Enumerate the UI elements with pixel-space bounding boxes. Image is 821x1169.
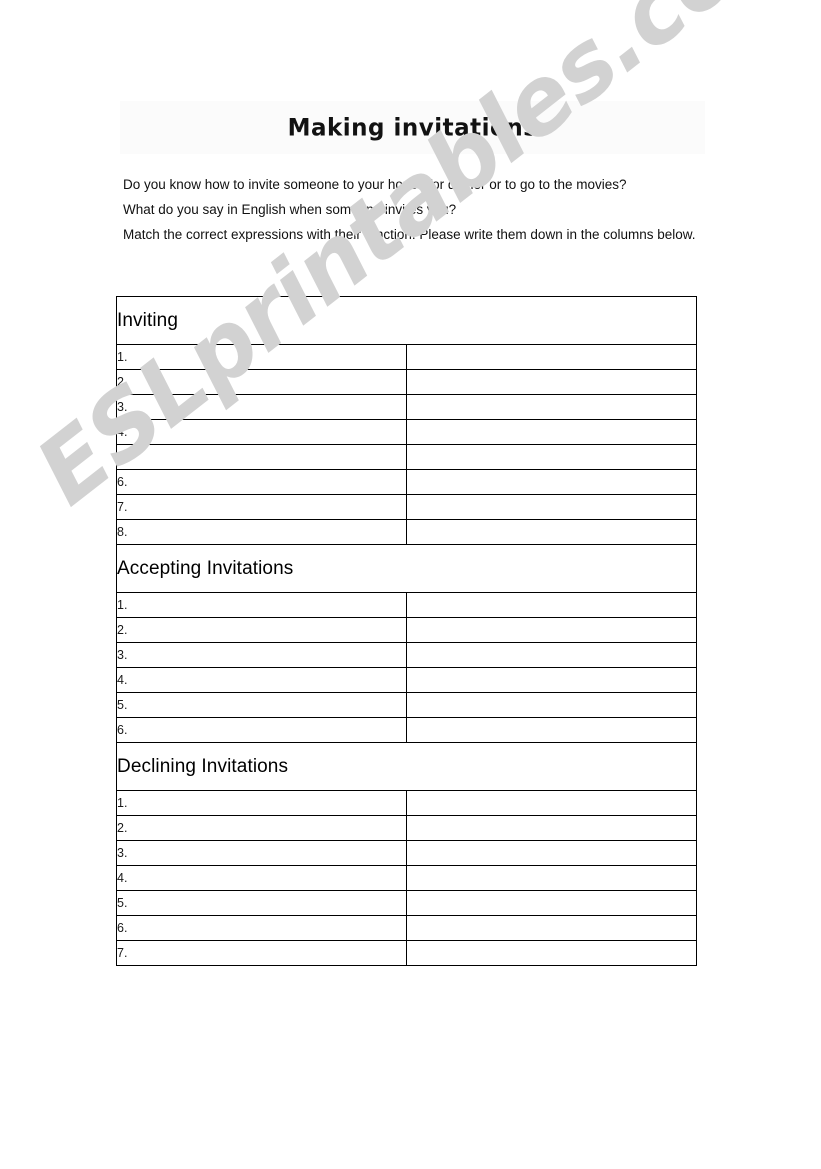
row-number: 4. [116, 865, 407, 891]
table-row: 2. [116, 815, 697, 841]
answer-blank-cell[interactable] [406, 519, 697, 545]
table-row: 1. [116, 592, 697, 618]
row-number: 8. [116, 519, 407, 545]
page-title: Making invitations [287, 113, 538, 142]
row-number: 7. [116, 494, 407, 520]
answer-blank-cell[interactable] [406, 344, 697, 370]
answer-blank-cell[interactable] [406, 667, 697, 693]
answer-blank-cell[interactable] [406, 369, 697, 395]
row-number: 5. [116, 890, 407, 916]
answer-blank-cell[interactable] [406, 815, 697, 841]
section-header-row: Accepting Invitations [116, 544, 697, 593]
section-header-label: Accepting Invitations [116, 544, 697, 593]
section-header-row: Declining Invitations [116, 742, 697, 791]
intro-line: What do you say in English when someone … [123, 202, 457, 217]
table-row: 1. [116, 790, 697, 816]
section-header-label: Declining Invitations [116, 742, 697, 791]
section-header-row: Inviting [116, 296, 697, 345]
worksheet-page: ESLprintables.com Making invitations Do … [0, 0, 821, 1169]
answer-blank-cell[interactable] [406, 940, 697, 966]
answer-blank-cell[interactable] [406, 890, 697, 916]
answer-blank-cell[interactable] [406, 419, 697, 445]
table-row: 7. [116, 494, 697, 520]
table-row: 4. [116, 865, 697, 891]
intro-line: Do you know how to invite someone to you… [123, 177, 627, 192]
row-number: 6. [116, 469, 407, 495]
answer-blank-cell[interactable] [406, 692, 697, 718]
table-row: 6. [116, 717, 697, 743]
row-number: 5. [116, 692, 407, 718]
answer-blank-cell[interactable] [406, 444, 697, 470]
table-row: 3. [116, 840, 697, 866]
row-number: 3. [116, 840, 407, 866]
answer-blank-cell[interactable] [406, 790, 697, 816]
table-row: 4. [116, 419, 697, 445]
row-number: 2. [116, 369, 407, 395]
row-number: 2. [116, 815, 407, 841]
table-row: 2. [116, 617, 697, 643]
answer-blank-cell[interactable] [406, 840, 697, 866]
intro-line: Match the correct expressions with their… [123, 227, 696, 242]
table-row: 7. [116, 940, 697, 966]
intro-instructions: Do you know how to invite someone to you… [123, 172, 713, 247]
table-row: 4. [116, 667, 697, 693]
answer-blank-cell[interactable] [406, 717, 697, 743]
answer-blank-cell[interactable] [406, 469, 697, 495]
table-row: 3. [116, 394, 697, 420]
table-row: 5. [116, 890, 697, 916]
table-row: 8. [116, 519, 697, 545]
row-number: 1. [116, 592, 407, 618]
row-number: 6. [116, 915, 407, 941]
table-row: 5. [116, 444, 697, 470]
answer-blank-cell[interactable] [406, 915, 697, 941]
title-banner: Making invitations [120, 101, 705, 154]
row-number: 4. [116, 419, 407, 445]
answer-blank-cell[interactable] [406, 494, 697, 520]
answer-blank-cell[interactable] [406, 865, 697, 891]
expressions-table: Inviting 1. 2. 3. 4. 5. 6. 7. 8. Accepting Invita… [116, 296, 697, 966]
row-number: 3. [116, 642, 407, 668]
answer-blank-cell[interactable] [406, 642, 697, 668]
row-number: 7. [116, 940, 407, 966]
table-row: 1. [116, 344, 697, 370]
table-row: 5. [116, 692, 697, 718]
table-row: 6. [116, 469, 697, 495]
answer-blank-cell[interactable] [406, 394, 697, 420]
row-number: 1. [116, 344, 407, 370]
table-row: 3. [116, 642, 697, 668]
table-row: 2. [116, 369, 697, 395]
section-header-label: Inviting [116, 296, 697, 345]
row-number: 4. [116, 667, 407, 693]
table-row: 6. [116, 915, 697, 941]
row-number: 1. [116, 790, 407, 816]
row-number: 2. [116, 617, 407, 643]
row-number: 6. [116, 717, 407, 743]
answer-blank-cell[interactable] [406, 617, 697, 643]
row-number: 3. [116, 394, 407, 420]
answer-blank-cell[interactable] [406, 592, 697, 618]
row-number: 5. [116, 444, 407, 470]
